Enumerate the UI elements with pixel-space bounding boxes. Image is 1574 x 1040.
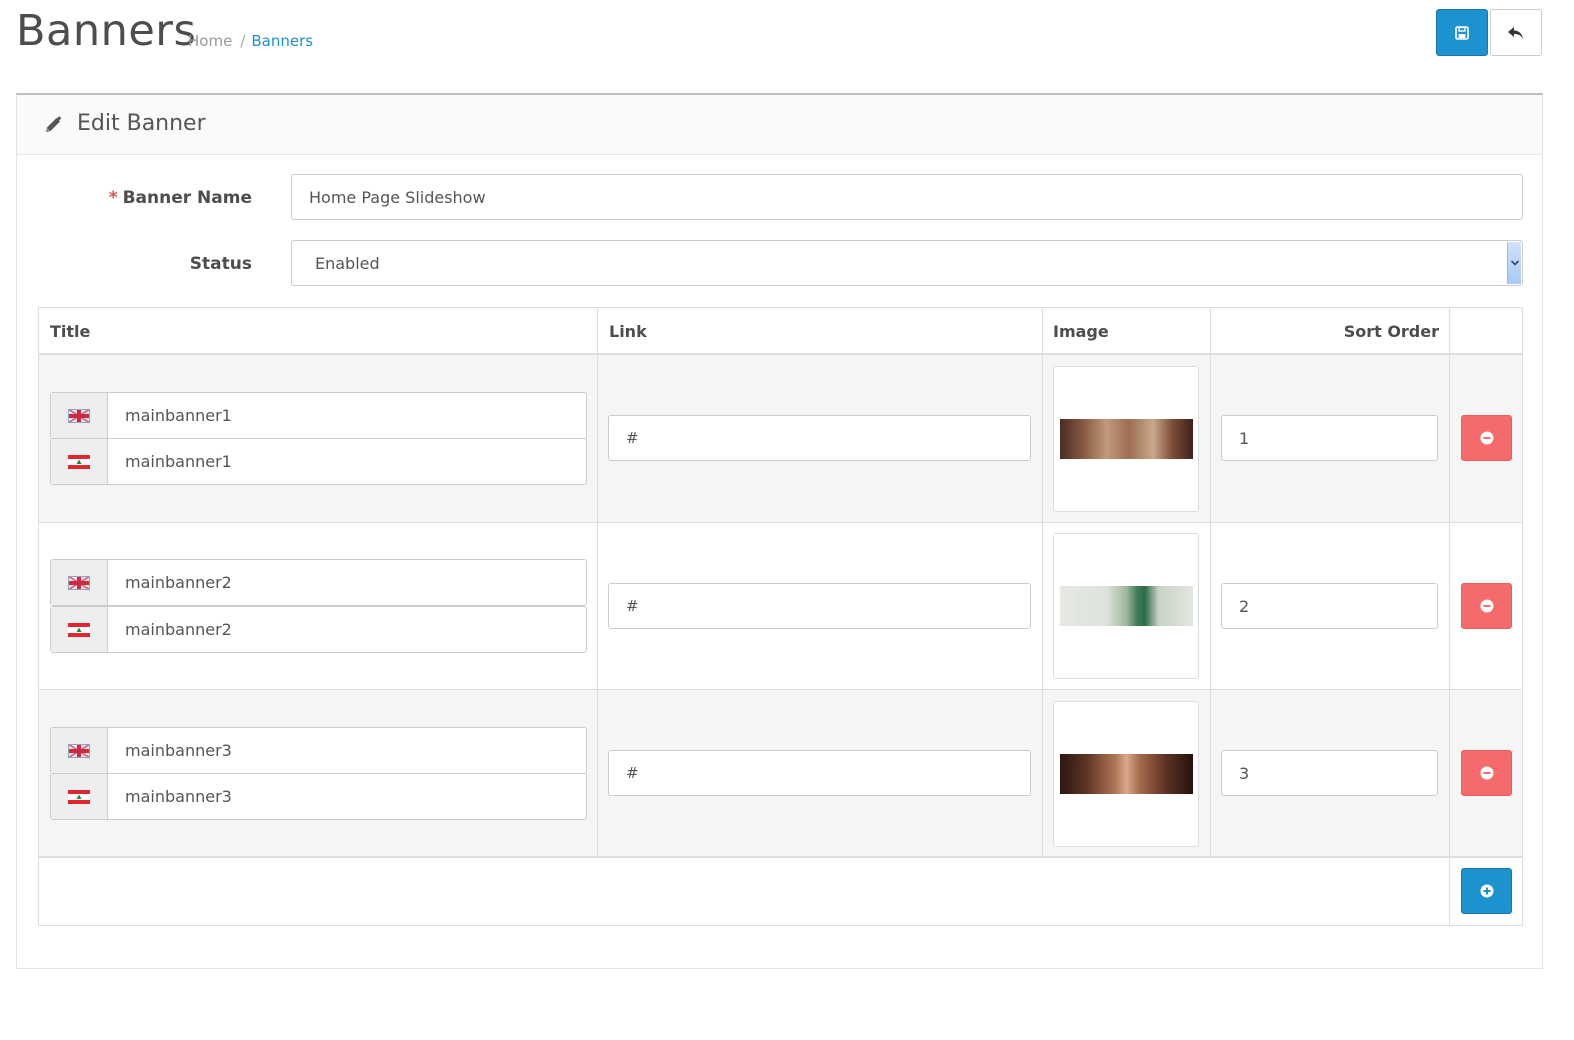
title-value: mainbanner1	[125, 406, 232, 425]
column-header-link: Link	[609, 321, 647, 341]
flag-en-gb-icon	[51, 728, 108, 773]
divider	[1449, 308, 1450, 925]
column-header-title: Title	[50, 321, 91, 341]
link-input[interactable]: #	[608, 583, 1031, 629]
save-button[interactable]	[1436, 9, 1488, 56]
divider	[597, 308, 598, 857]
title-value: mainbanner2	[125, 620, 232, 639]
sort-order-input[interactable]: 3	[1221, 750, 1438, 796]
remove-row-button[interactable]	[1461, 583, 1512, 629]
remove-row-button[interactable]	[1461, 415, 1512, 461]
title-input-arabic[interactable]: mainbanner3	[50, 773, 587, 820]
page-title: Banners	[16, 6, 197, 56]
flag-lebanon-icon	[51, 607, 108, 652]
banner-name-input[interactable]: Home Page Slideshow	[291, 174, 1523, 220]
banner-image-thumbnail[interactable]	[1053, 701, 1199, 847]
plus-circle-icon	[1480, 884, 1493, 898]
link-input[interactable]: #	[608, 415, 1031, 461]
sort-order-input[interactable]: 1	[1221, 415, 1438, 461]
title-input-arabic[interactable]: mainbanner2	[50, 606, 587, 653]
panel-heading: Edit Banner	[17, 95, 1542, 155]
flag-en-gb-icon	[51, 560, 108, 605]
remove-row-button[interactable]	[1461, 750, 1512, 796]
banner-image	[1060, 419, 1193, 459]
divider	[39, 353, 1522, 355]
title-value: mainbanner2	[125, 573, 232, 592]
back-button[interactable]	[1490, 9, 1542, 56]
banner-name-label-text: Banner Name	[122, 188, 252, 208]
banner-image	[1060, 754, 1193, 794]
status-select[interactable]: Enabled	[291, 240, 1523, 286]
page-header: Banners Home / Banners	[0, 0, 1574, 90]
flag-lebanon-icon	[51, 774, 108, 819]
sort-order-input[interactable]: 2	[1221, 583, 1438, 629]
title-input-arabic[interactable]: mainbanner1	[50, 438, 587, 485]
divider	[39, 856, 1522, 858]
divider	[1210, 308, 1211, 857]
pencil-icon	[46, 116, 62, 132]
title-value: mainbanner3	[125, 741, 232, 760]
flag-lebanon-icon	[51, 439, 108, 484]
divider	[39, 689, 1522, 690]
table-row-bg	[39, 857, 1522, 925]
panel-title: Edit Banner	[77, 111, 206, 136]
divider	[39, 522, 1522, 523]
banner-name-label: * Banner Name	[17, 188, 252, 208]
link-input[interactable]: #	[608, 750, 1031, 796]
banner-image	[1060, 586, 1193, 626]
breadcrumb: Home / Banners	[188, 32, 313, 50]
chevron-down-icon[interactable]	[1507, 242, 1521, 284]
flag-en-gb-icon	[51, 393, 108, 438]
title-input-english[interactable]: mainbanner3	[50, 727, 587, 774]
column-header-image: Image	[1053, 321, 1109, 341]
banner-image-table: Title Link Image Sort Order mainbanner1 …	[38, 307, 1523, 926]
status-selected-value: Enabled	[315, 253, 380, 273]
divider	[1042, 308, 1043, 857]
minus-circle-icon	[1480, 766, 1493, 780]
title-input-english[interactable]: mainbanner2	[50, 559, 587, 606]
column-header-sort-order: Sort Order	[1343, 321, 1439, 341]
save-icon	[1455, 25, 1469, 40]
minus-circle-icon	[1480, 431, 1493, 445]
breadcrumb-home-link[interactable]: Home	[188, 32, 232, 50]
breadcrumb-banners-link[interactable]: Banners	[251, 32, 313, 50]
title-value: mainbanner1	[125, 452, 232, 471]
reply-icon	[1508, 26, 1523, 39]
banner-image-thumbnail[interactable]	[1053, 366, 1199, 512]
banner-image-thumbnail[interactable]	[1053, 533, 1199, 679]
minus-circle-icon	[1480, 599, 1493, 613]
breadcrumb-separator: /	[240, 32, 246, 50]
edit-banner-panel: Edit Banner * Banner Name Home Page Slide…	[16, 93, 1543, 969]
title-input-english[interactable]: mainbanner1	[50, 392, 587, 439]
add-banner-image-button[interactable]	[1461, 868, 1512, 914]
status-label: Status	[189, 254, 252, 274]
title-value: mainbanner3	[125, 787, 232, 806]
required-asterisk: *	[108, 188, 118, 208]
